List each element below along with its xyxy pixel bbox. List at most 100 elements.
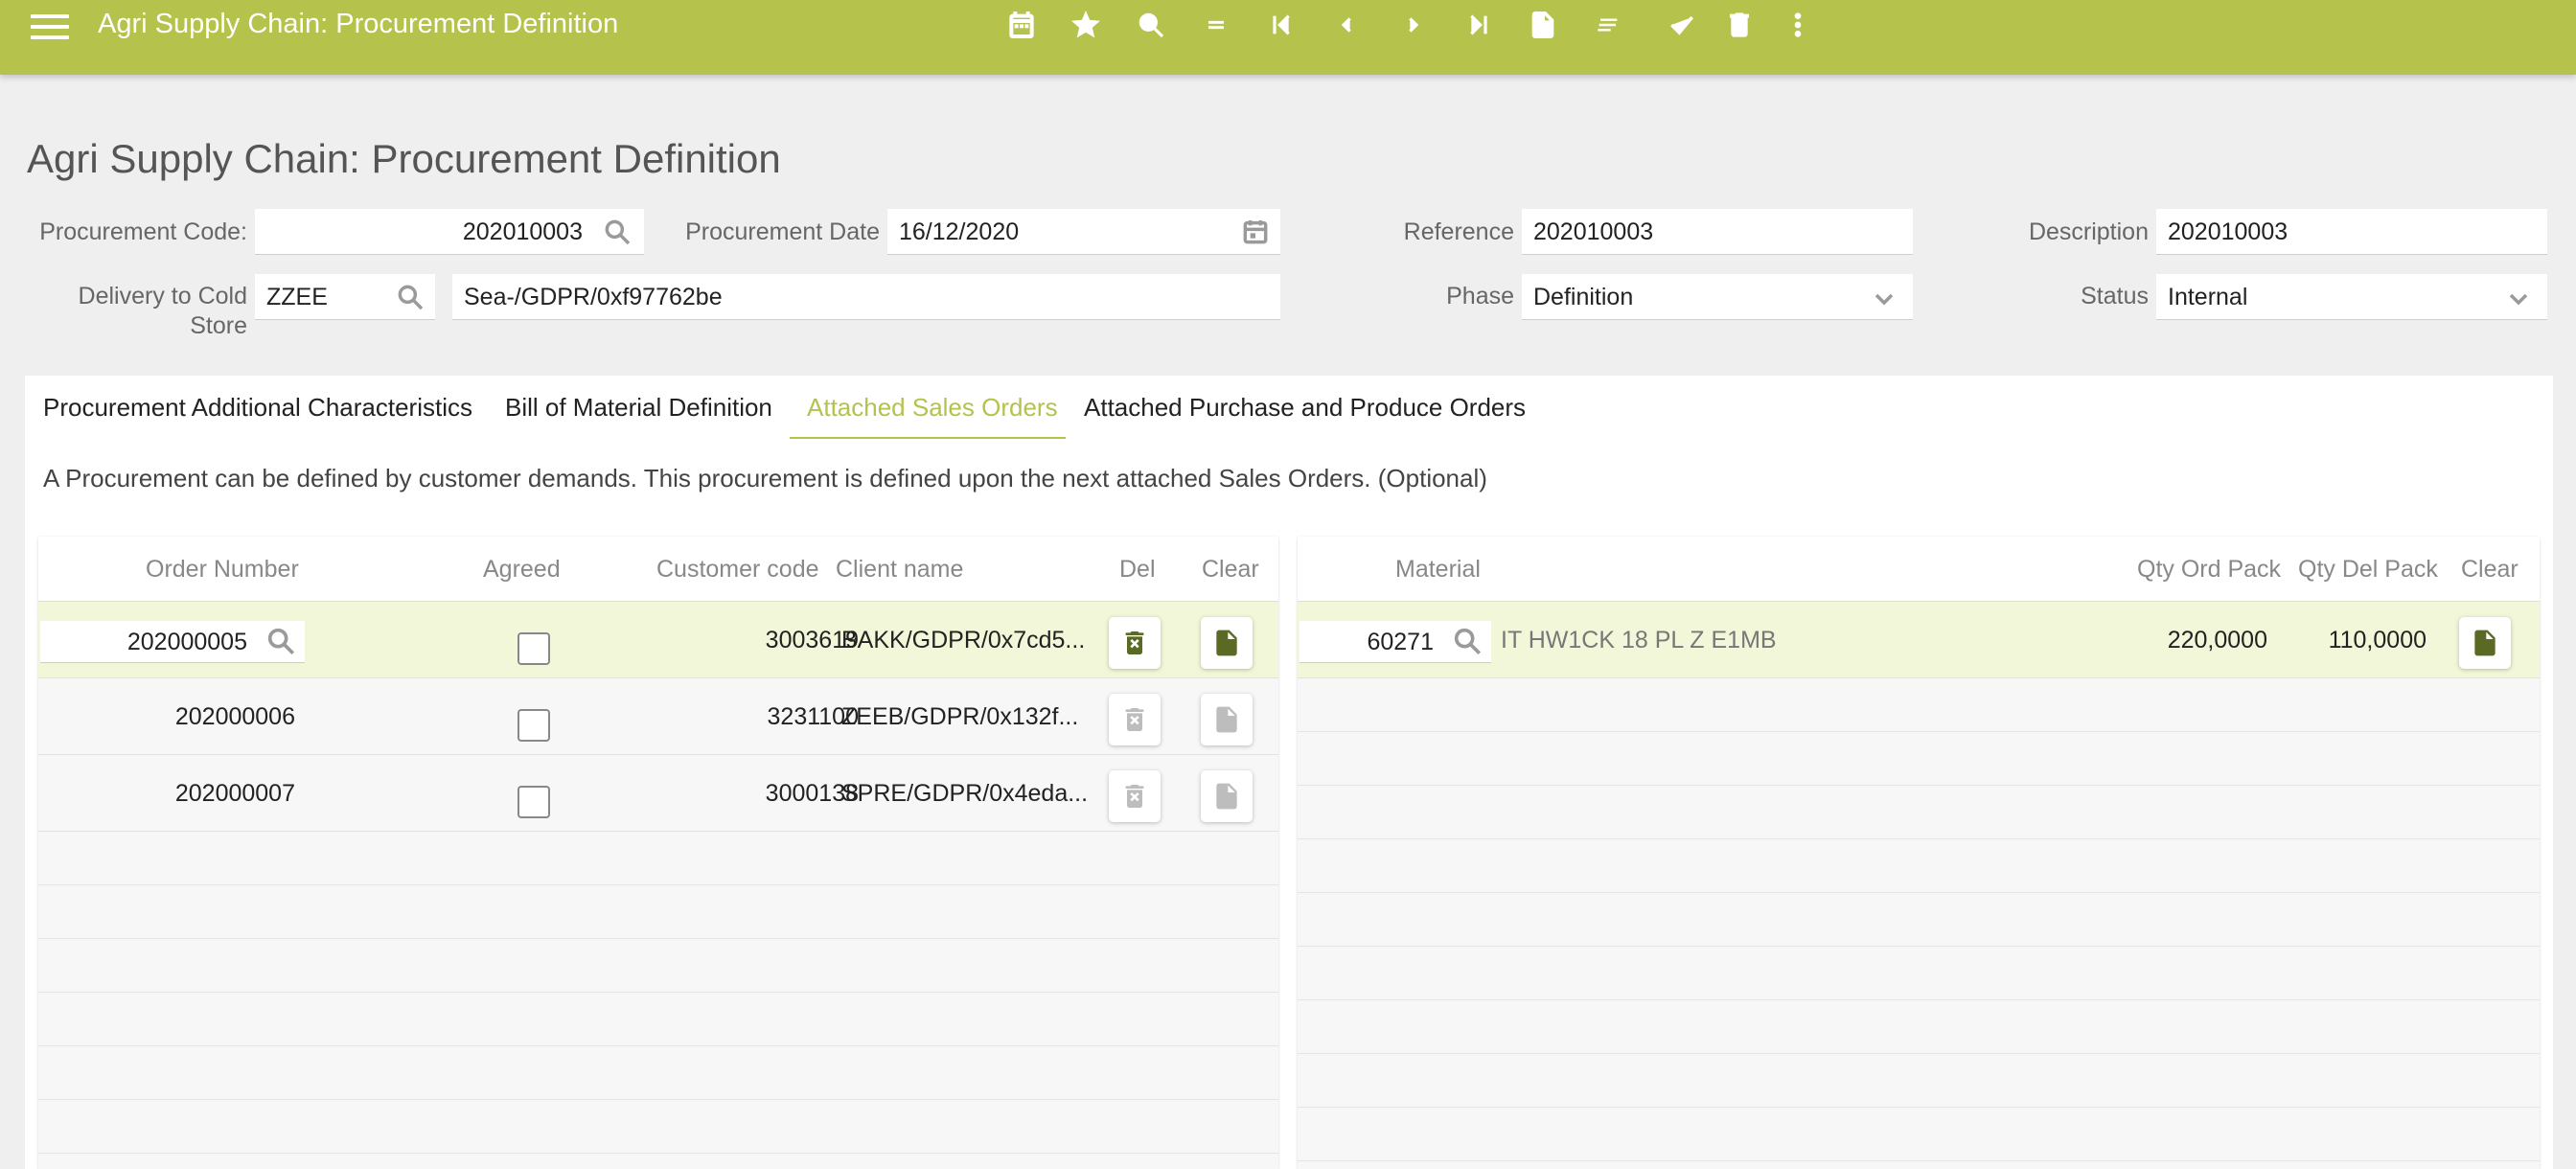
column-header-clear: Clear xyxy=(1202,556,1259,583)
more-vert-icon[interactable] xyxy=(1777,4,1819,46)
order-number-input[interactable]: 202000005 xyxy=(40,621,305,663)
document-icon xyxy=(1216,706,1237,733)
page-title: Agri Supply Chain: Procurement Definitio… xyxy=(27,136,781,181)
tab-attached-purchase-and-produce-orders[interactable]: Attached Purchase and Produce Orders xyxy=(1084,393,1526,431)
column-header-customer-code[interactable]: Customer code xyxy=(656,556,819,584)
column-header-order-number[interactable]: Order Number xyxy=(146,556,299,584)
column-header-del: Del xyxy=(1119,556,1156,583)
search-icon[interactable] xyxy=(602,217,632,247)
column-header-clear: Clear xyxy=(2461,556,2518,583)
check-icon[interactable] xyxy=(1661,4,1703,46)
equals-icon[interactable] xyxy=(1195,4,1237,46)
reference-value: 202010003 xyxy=(1533,218,1654,245)
table-row[interactable]: 202000005 3003619 BAKK/GDPR/0x7cd5... xyxy=(38,602,1278,678)
delivery-name-value: Sea-/GDPR/0xf97762be xyxy=(464,284,723,310)
document-icon xyxy=(2474,630,2496,656)
clear-row-button[interactable] xyxy=(1201,694,1253,745)
chevron-down-icon[interactable] xyxy=(1869,284,1899,314)
empty-row xyxy=(1298,678,2540,732)
search-icon[interactable] xyxy=(1130,4,1172,46)
agreed-checkbox[interactable] xyxy=(518,786,550,818)
empty-row xyxy=(1298,1000,2540,1054)
procurement-code-value: 202010003 xyxy=(462,218,583,245)
search-icon[interactable] xyxy=(395,282,426,312)
delete-row-button[interactable] xyxy=(1109,694,1161,745)
agreed-checkbox[interactable] xyxy=(518,632,550,665)
last-record-icon[interactable] xyxy=(1457,4,1499,46)
previous-record-icon[interactable] xyxy=(1326,4,1368,46)
description-label: Description xyxy=(2028,218,2149,245)
status-select[interactable]: Internal xyxy=(2156,274,2547,320)
description-value: 202010003 xyxy=(2168,218,2288,245)
procurement-date-field[interactable]: 16/12/2020 xyxy=(887,209,1280,255)
star-icon[interactable] xyxy=(1065,4,1107,46)
top-app-bar: Agri Supply Chain: Procurement Definitio… xyxy=(0,0,2576,75)
column-header-qty-del-pack[interactable]: Qty Del Pack xyxy=(2298,556,2438,584)
clear-row-button[interactable] xyxy=(1201,617,1253,669)
column-header-agreed[interactable]: Agreed xyxy=(483,556,561,584)
empty-row xyxy=(38,832,1278,885)
delivery-name-field[interactable]: Sea-/GDPR/0xf97762be xyxy=(452,274,1280,320)
status-value: Internal xyxy=(2168,284,2248,310)
attached-sales-orders-grid: Order Number Agreed Customer code Client… xyxy=(38,537,1278,1169)
customer-code-cell: 3231100 xyxy=(767,703,859,730)
empty-row xyxy=(1298,839,2540,893)
hamburger-menu-icon[interactable] xyxy=(31,8,73,46)
delivery-code-value: ZZEE xyxy=(266,284,328,310)
delivery-to-cold-store-label: Delivery to Cold Store xyxy=(78,283,247,339)
table-row[interactable]: 202000006 3231100 ZEEB/GDPR/0x132f... xyxy=(38,678,1278,755)
empty-row xyxy=(38,1046,1278,1100)
tab-description: A Procurement can be defined by customer… xyxy=(43,464,1487,493)
order-number-cell: 202000006 xyxy=(174,703,295,730)
tab-attached-sales-orders[interactable]: Attached Sales Orders xyxy=(807,393,1058,431)
tabs-panel: Procurement Additional Characteristics B… xyxy=(25,376,2553,1169)
procurement-date-value: 16/12/2020 xyxy=(899,218,1020,245)
tab-procurement-additional-characteristics[interactable]: Procurement Additional Characteristics xyxy=(43,393,472,431)
search-icon[interactable] xyxy=(264,625,297,657)
phase-label: Phase xyxy=(1446,283,1514,309)
procurement-code-field[interactable]: 202010003 xyxy=(255,209,644,255)
empty-row xyxy=(1298,893,2540,947)
column-header-material[interactable]: Material xyxy=(1395,556,1481,584)
material-description-cell: IT HW1CK 18 PL Z E1MB xyxy=(1501,627,1777,653)
delete-row-button[interactable] xyxy=(1109,617,1161,669)
empty-row xyxy=(1298,1108,2540,1161)
delete-x-icon xyxy=(1125,631,1144,654)
column-header-client-name[interactable]: Client name xyxy=(836,556,963,584)
clear-row-button[interactable] xyxy=(1201,770,1253,822)
column-header-qty-ord-pack[interactable]: Qty Ord Pack xyxy=(2137,556,2281,584)
table-row[interactable]: 60271 IT HW1CK 18 PL Z E1MB 220,0000 110… xyxy=(1298,602,2540,678)
delivery-code-field[interactable]: ZZEE xyxy=(255,274,435,320)
chevron-down-icon[interactable] xyxy=(2503,284,2534,314)
table-row[interactable]: 202000007 3000138 SPRE/GDPR/0x4eda... xyxy=(38,755,1278,832)
empty-row xyxy=(38,885,1278,939)
materials-grid: Material Qty Ord Pack Qty Del Pack Clear… xyxy=(1298,537,2540,1169)
empty-row xyxy=(38,993,1278,1046)
next-record-icon[interactable] xyxy=(1392,4,1434,46)
calendar-icon[interactable] xyxy=(1240,217,1271,247)
calendar-icon[interactable] xyxy=(1000,4,1043,46)
empty-row xyxy=(38,939,1278,993)
delete-row-button[interactable] xyxy=(1109,770,1161,822)
customer-code-cell: 3000138 xyxy=(765,780,859,807)
status-label: Status xyxy=(2081,283,2149,309)
search-icon[interactable] xyxy=(1451,625,1484,657)
tab-bill-of-material-definition[interactable]: Bill of Material Definition xyxy=(505,393,772,431)
grid-header: Material Qty Ord Pack Qty Del Pack Clear xyxy=(1298,537,2540,602)
description-field[interactable]: 202010003 xyxy=(2156,209,2547,255)
empty-row xyxy=(1298,732,2540,786)
new-document-icon[interactable] xyxy=(1522,4,1564,46)
notes-icon[interactable] xyxy=(1587,4,1629,46)
reference-field[interactable]: 202010003 xyxy=(1522,209,1913,255)
order-number-cell: 202000007 xyxy=(174,780,295,807)
phase-select[interactable]: Definition xyxy=(1522,274,1913,320)
qty-del-pack-cell: 110,0000 xyxy=(2328,627,2426,653)
agreed-checkbox[interactable] xyxy=(518,709,550,742)
first-record-icon[interactable] xyxy=(1261,4,1303,46)
clear-row-button[interactable] xyxy=(2459,617,2511,669)
delete-icon[interactable] xyxy=(1718,4,1760,46)
app-title: Agri Supply Chain: Procurement Definitio… xyxy=(98,9,619,39)
material-input[interactable]: 60271 xyxy=(1300,621,1491,663)
order-number-value: 202000005 xyxy=(126,629,247,655)
delete-x-icon xyxy=(1125,785,1144,808)
